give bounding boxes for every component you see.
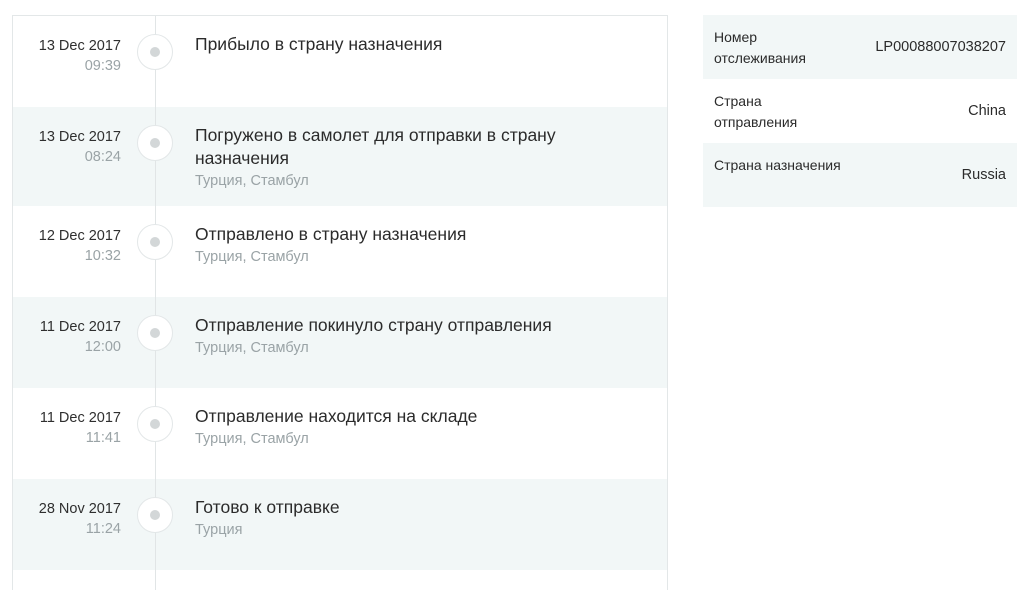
event-time: 11:24 [85,521,121,537]
timeline-dot-icon [137,497,173,533]
info-row-destination-country: Страна назначения Russia [703,143,1017,207]
event-title-text: Отправление покинуло страну отправления [195,315,552,335]
timeline-dot-icon [137,224,173,260]
event-date: 13 Dec 2017 [38,38,121,54]
event-location: Турция, Стамбул [195,340,309,356]
timeline-dot-icon [137,34,173,70]
timeline-event: 11 Dec 2017 12:00 Отправление покинуло с… [13,297,667,388]
event-title: Отправлено в страну назначения Турция, С… [195,223,615,267]
info-label: Страна отправления [714,93,798,130]
timeline-dot-icon [137,406,173,442]
info-value: LP00088007038207 [875,39,1006,55]
event-title-text: Готово к отправке [195,497,340,517]
info-row-origin-country: Страна отправления China [703,79,1017,143]
info-value: China [968,103,1006,119]
event-title-text: Отправление находится на складе [195,406,478,426]
event-date: 11 Dec 2017 [39,410,121,426]
event-date: 12 Dec 2017 [38,228,121,244]
info-value: Russia [961,167,1006,183]
event-location: Турция, Стамбул [195,249,309,265]
event-title-text: Прибыло в страну назначения [195,34,443,54]
event-title: Погружено в самолет для отправки в стран… [195,124,615,191]
timeline-event: 13 Dec 2017 09:39 Прибыло в страну назна… [13,16,667,107]
event-date: 13 Dec 2017 [38,129,121,145]
event-title: Прибыло в страну назначения [195,33,615,56]
event-title: Отправление покинуло страну отправления … [195,314,615,358]
timeline-event: 13 Dec 2017 08:24 Погружено в самолет дл… [13,107,667,206]
event-date: 11 Dec 2017 [39,319,121,335]
timeline-event: 11 Dec 2017 11:41 Отправление находится … [13,388,667,479]
event-time: 10:32 [84,248,121,264]
event-date: 28 Nov 2017 [38,501,121,517]
shipment-info-panel: Номер отслеживания LP00088007038207 Стра… [703,15,1017,207]
event-time: 08:24 [84,149,121,165]
info-row-tracking-number: Номер отслеживания LP00088007038207 [703,15,1017,79]
tracking-timeline: 13 Dec 2017 09:39 Прибыло в страну назна… [12,15,668,590]
info-label: Номер отслеживания [714,29,806,66]
info-label: Страна назначения [714,157,841,173]
event-location: Турция [195,522,243,538]
timeline-dot-icon [137,125,173,161]
timeline-event: 28 Nov 2017 11:24 Готово к отправке Турц… [13,479,667,570]
event-location: Турция, Стамбул [195,431,309,447]
event-time: 12:00 [84,339,121,355]
event-title: Отправление находится на складе Турция, … [195,405,615,449]
event-title-text: Погружено в самолет для отправки в стран… [195,125,556,168]
timeline-dot-icon [137,315,173,351]
event-title: Готово к отправке Турция [195,496,615,540]
event-time: 09:39 [84,58,121,74]
timeline-event: 12 Dec 2017 10:32 Отправлено в страну на… [13,206,667,297]
event-title-text: Отправлено в страну назначения [195,224,467,244]
event-location: Турция, Стамбул [195,173,309,189]
event-time: 11:41 [85,430,121,446]
